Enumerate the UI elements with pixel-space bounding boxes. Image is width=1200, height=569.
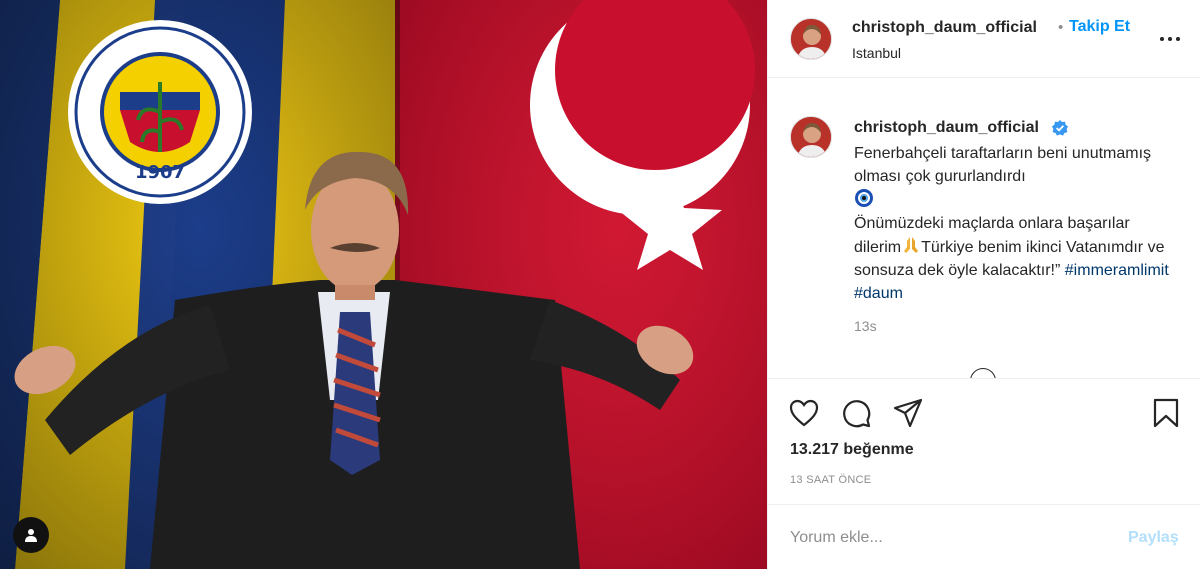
bookmark-icon [1153,398,1179,428]
post-actions: 13.217 beğenme 13 SAAT ÖNCE [768,378,1200,518]
post-photo[interactable]: 1907 [0,0,767,569]
avatar-image [791,117,831,157]
profile-avatar[interactable] [790,18,832,60]
header-username[interactable]: christoph_daum_official [852,19,1037,37]
post-header: christoph_daum_official • Takip Et Istan… [768,0,1200,78]
badge-year: 1907 [135,162,185,183]
post-comment-button[interactable]: Paylaş [1128,529,1179,547]
heart-icon [789,399,819,427]
more-options-button[interactable] [1158,31,1182,47]
save-button[interactable] [1150,397,1182,429]
comment-input[interactable] [790,523,1090,553]
post-side-panel: christoph_daum_official • Takip Et Istan… [767,0,1200,569]
load-more-comments-button[interactable] [970,368,996,378]
caption-avatar[interactable] [790,116,832,158]
follow-button[interactable]: Takip Et [1069,18,1130,36]
caption-username[interactable]: christoph_daum_official [854,119,1039,137]
avatar-image [791,19,831,59]
tagged-users-button[interactable] [13,517,49,553]
comment-icon [843,400,871,428]
caption-line-1: Fenerbahçeli taraftarların beni unutmamı… [854,145,1152,185]
comment-form: Paylaş [768,504,1200,569]
location-link[interactable]: Istanbul [852,45,901,61]
verified-badge-icon [1052,120,1068,136]
user-icon [25,529,37,542]
post-timestamp[interactable]: 13 SAAT ÖNCE [790,474,871,486]
hashtag-link[interactable]: #immeramlimit [1065,262,1169,279]
more-dots-icon [1160,37,1180,41]
header-separator: • [1058,19,1064,36]
praying-hands-emoji-icon [901,235,921,255]
club-badge: 1907 [68,20,252,204]
like-count[interactable]: 13.217 beğenme [790,441,914,459]
caption-text: Fenerbahçeli taraftarların beni unutmamı… [854,142,1174,305]
share-button[interactable] [892,397,924,429]
nazar-emoji-icon [854,188,874,208]
photo-image: 1907 [0,0,767,569]
hashtag-link[interactable]: #daum [854,285,903,302]
post-caption: christoph_daum_official Fenerbahçeli tar… [768,78,1200,378]
send-icon [893,398,923,428]
caption-timestamp[interactable]: 13s [854,318,877,334]
comment-button[interactable] [840,397,872,429]
like-button[interactable] [788,397,820,429]
